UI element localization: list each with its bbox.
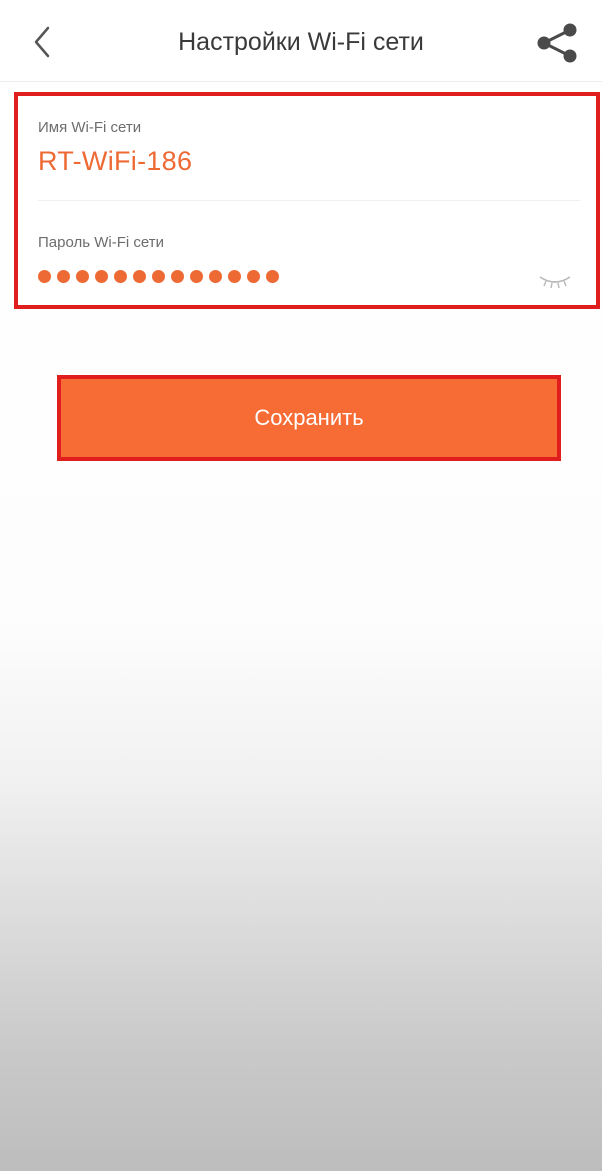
eye-closed-icon xyxy=(539,276,571,289)
save-button[interactable]: Сохранить xyxy=(61,379,557,457)
save-button-highlight: Сохранить xyxy=(57,375,561,461)
password-mask-dot xyxy=(190,269,203,283)
password-mask-dot xyxy=(57,269,70,283)
password-mask-dot xyxy=(114,269,127,283)
wifi-settings-form: Имя Wi-Fi сети RT-WiFi-186 Пароль Wi-Fi … xyxy=(14,92,600,309)
app-header: Настройки Wi-Fi сети xyxy=(0,0,602,82)
password-mask-dot xyxy=(152,269,165,283)
field-divider xyxy=(38,200,580,201)
share-button[interactable] xyxy=(532,22,584,64)
ssid-label: Имя Wi-Fi сети xyxy=(38,119,142,136)
ssid-field[interactable]: RT-WiFi-186 xyxy=(38,146,192,177)
password-mask-dot xyxy=(38,269,51,283)
password-mask-dot xyxy=(209,269,222,283)
page-title: Настройки Wi-Fi сети xyxy=(178,28,424,56)
password-mask-dot xyxy=(171,269,184,283)
password-mask-dot xyxy=(228,269,241,283)
password-mask-dot xyxy=(247,269,260,283)
password-visibility-toggle[interactable] xyxy=(537,272,573,290)
password-mask-dot xyxy=(133,269,146,283)
password-mask-dot xyxy=(266,269,279,283)
password-mask-dot xyxy=(76,269,89,283)
password-label: Пароль Wi-Fi сети xyxy=(38,234,164,251)
share-icon xyxy=(537,23,577,63)
password-mask-dot xyxy=(95,269,108,283)
password-field[interactable] xyxy=(38,266,279,286)
